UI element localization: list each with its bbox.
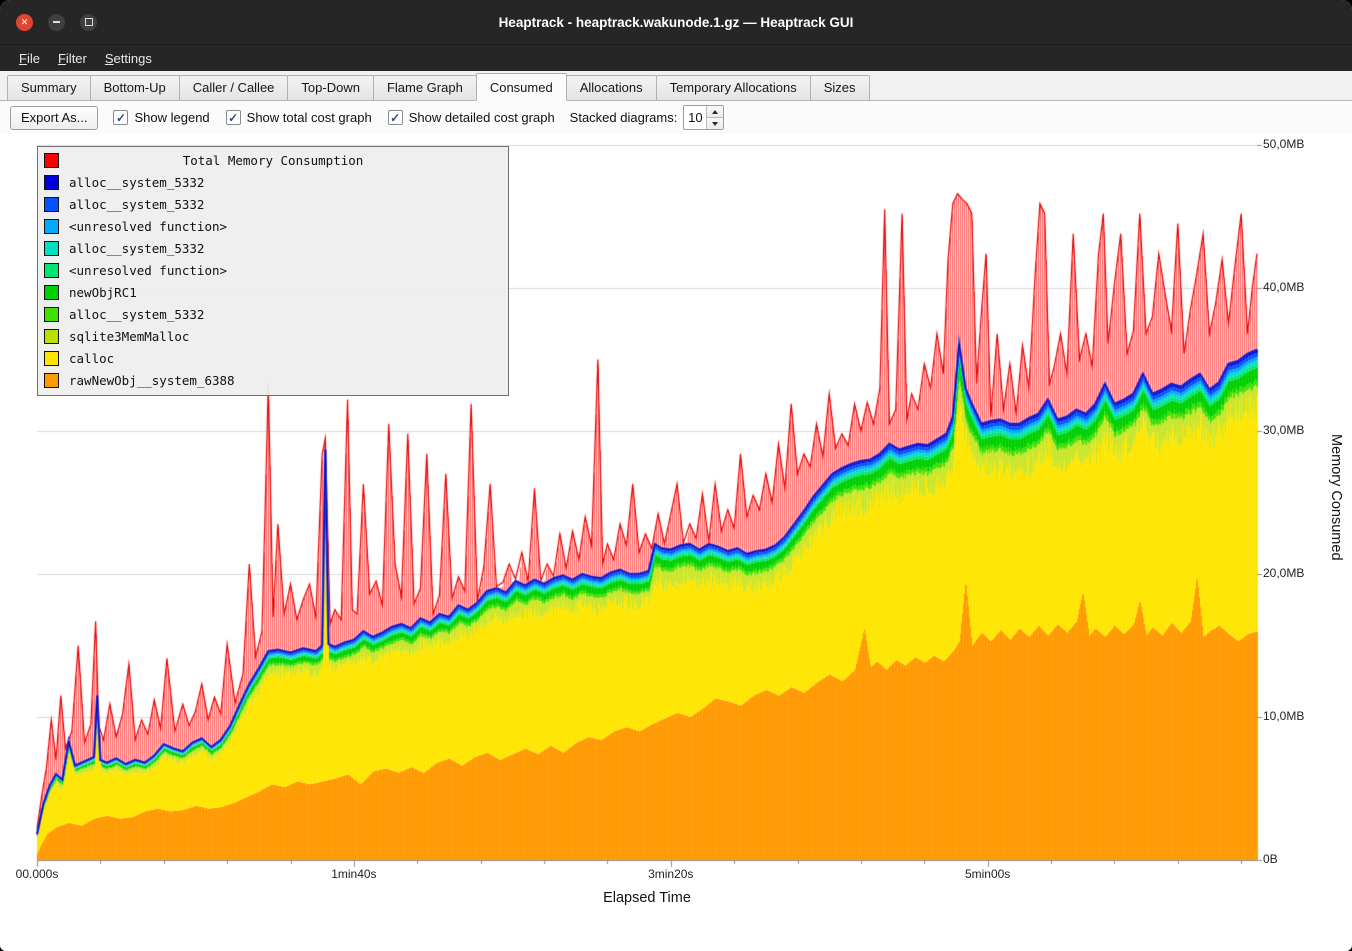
legend-item-label: <unresolved function>	[69, 219, 227, 234]
legend-item-label: <unresolved function>	[69, 263, 227, 278]
legend-item-label: calloc	[69, 351, 114, 366]
stacked-diagrams-spinbox[interactable]: 10	[683, 105, 724, 130]
maximize-icon	[85, 18, 93, 26]
legend-item: calloc	[38, 347, 508, 369]
y-tick-label: 20,0MB	[1263, 566, 1304, 580]
menu-file[interactable]: File	[10, 48, 49, 69]
legend-item: sqlite3MemMalloc	[38, 325, 508, 347]
x-tick-label: 1min40s	[309, 867, 399, 881]
menu-filter[interactable]: Filter	[49, 48, 96, 69]
stacked-diagrams-group: Stacked diagrams: 10	[570, 105, 725, 130]
chart-region: Total Memory Consumption alloc__system_5…	[0, 134, 1352, 951]
checkbox-show-legend[interactable]: ✓	[113, 110, 128, 125]
arrow-up-icon	[712, 110, 718, 114]
tab-summary[interactable]: Summary	[7, 75, 91, 101]
tab-allocations[interactable]: Allocations	[566, 75, 657, 101]
legend-swatch	[44, 241, 59, 256]
legend-swatch	[44, 351, 59, 366]
legend-item: alloc__system_5332	[38, 237, 508, 259]
menu-settings[interactable]: Settings	[96, 48, 161, 69]
spin-down-button[interactable]	[707, 117, 723, 129]
legend-swatch	[44, 329, 59, 344]
legend-swatch	[44, 307, 59, 322]
checkbox-label: Show total cost graph	[247, 110, 372, 125]
y-tick-label: 40,0MB	[1263, 280, 1304, 294]
window-title: Heaptrack - heaptrack.wakunode.1.gz — He…	[0, 15, 1352, 30]
legend-swatch	[44, 373, 59, 388]
heaptrack-window: ✕ Heaptrack - heaptrack.wakunode.1.gz — …	[0, 0, 1352, 951]
y-tick-label: 0B	[1263, 852, 1278, 866]
checkbox-group-show-detailed-cost-graph: ✓ Show detailed cost graph	[388, 110, 555, 125]
stacked-diagrams-value: 10	[684, 106, 706, 129]
legend-item-label: alloc__system_5332	[69, 241, 204, 256]
maximize-button[interactable]	[80, 14, 97, 31]
legend-item-label: newObjRC1	[69, 285, 137, 300]
tab-bar: SummaryBottom-UpCaller / CalleeTop-DownF…	[0, 71, 1352, 101]
tab-consumed[interactable]: Consumed	[476, 73, 567, 101]
arrow-down-icon	[712, 122, 718, 126]
toolbar: Export As... ✓ Show legend ✓ Show total cos…	[0, 101, 1352, 134]
legend-title-row: Total Memory Consumption	[38, 149, 508, 171]
legend-item: newObjRC1	[38, 281, 508, 303]
titlebar: ✕ Heaptrack - heaptrack.wakunode.1.gz — …	[0, 0, 1352, 44]
toolbar-checkboxes: ✓ Show legend ✓ Show total cost graph ✓ Show …	[113, 110, 554, 125]
legend-item-label: alloc__system_5332	[69, 307, 204, 322]
legend-swatch	[44, 197, 59, 212]
legend-item: <unresolved function>	[38, 259, 508, 281]
minimize-icon	[53, 21, 60, 23]
chart-legend: Total Memory Consumption alloc__system_5…	[37, 146, 509, 396]
menu-bar: File Filter Settings	[0, 44, 1352, 71]
legend-item: alloc__system_5332	[38, 303, 508, 325]
legend-item: alloc__system_5332	[38, 171, 508, 193]
legend-item-label: rawNewObj__system_6388	[69, 373, 235, 388]
spin-up-button[interactable]	[707, 106, 723, 117]
export-as-button[interactable]: Export As...	[10, 106, 98, 130]
stacked-diagrams-label: Stacked diagrams:	[570, 110, 678, 125]
close-button[interactable]: ✕	[16, 14, 33, 31]
legend-item-label: alloc__system_5332	[69, 175, 204, 190]
legend-item: rawNewObj__system_6388	[38, 369, 508, 391]
checkbox-label: Show detailed cost graph	[409, 110, 555, 125]
window-controls: ✕	[16, 0, 97, 44]
tab-bottom-up[interactable]: Bottom-Up	[90, 75, 180, 101]
y-tick-label: 10,0MB	[1263, 709, 1304, 723]
spin-buttons	[706, 106, 723, 129]
x-axis-title: Elapsed Time	[37, 890, 1257, 906]
legend-swatch	[44, 285, 59, 300]
y-axis-title: Memory Consumed	[1328, 434, 1344, 561]
legend-swatch	[44, 153, 59, 168]
legend-item-label: sqlite3MemMalloc	[69, 329, 189, 344]
tab-flame-graph[interactable]: Flame Graph	[373, 75, 477, 101]
x-tick-label: 5min00s	[943, 867, 1033, 881]
legend-items: alloc__system_5332 alloc__system_5332 <unr…	[38, 171, 508, 391]
minimize-button[interactable]	[48, 14, 65, 31]
checkbox-show-detailed-cost-graph[interactable]: ✓	[388, 110, 403, 125]
y-tick-label: 30,0MB	[1263, 423, 1304, 437]
legend-title: Total Memory Consumption	[69, 153, 477, 168]
checkbox-group-show-total-cost-graph: ✓ Show total cost graph	[226, 110, 372, 125]
legend-item: alloc__system_5332	[38, 193, 508, 215]
x-tick-label: 3min20s	[626, 867, 716, 881]
legend-swatch	[44, 219, 59, 234]
legend-item-label: alloc__system_5332	[69, 197, 204, 212]
checkbox-label: Show legend	[134, 110, 209, 125]
y-tick-label: 50,0MB	[1263, 137, 1304, 151]
tab-caller-callee[interactable]: Caller / Callee	[179, 75, 289, 101]
tab-top-down[interactable]: Top-Down	[287, 75, 374, 101]
tab-temporary-allocations[interactable]: Temporary Allocations	[656, 75, 811, 101]
legend-item: <unresolved function>	[38, 215, 508, 237]
close-icon: ✕	[21, 17, 29, 28]
checkbox-show-total-cost-graph[interactable]: ✓	[226, 110, 241, 125]
legend-swatch	[44, 175, 59, 190]
legend-swatch	[44, 263, 59, 278]
checkbox-group-show-legend: ✓ Show legend	[113, 110, 209, 125]
tab-sizes[interactable]: Sizes	[810, 75, 870, 101]
x-tick-label: 00.000s	[0, 867, 82, 881]
